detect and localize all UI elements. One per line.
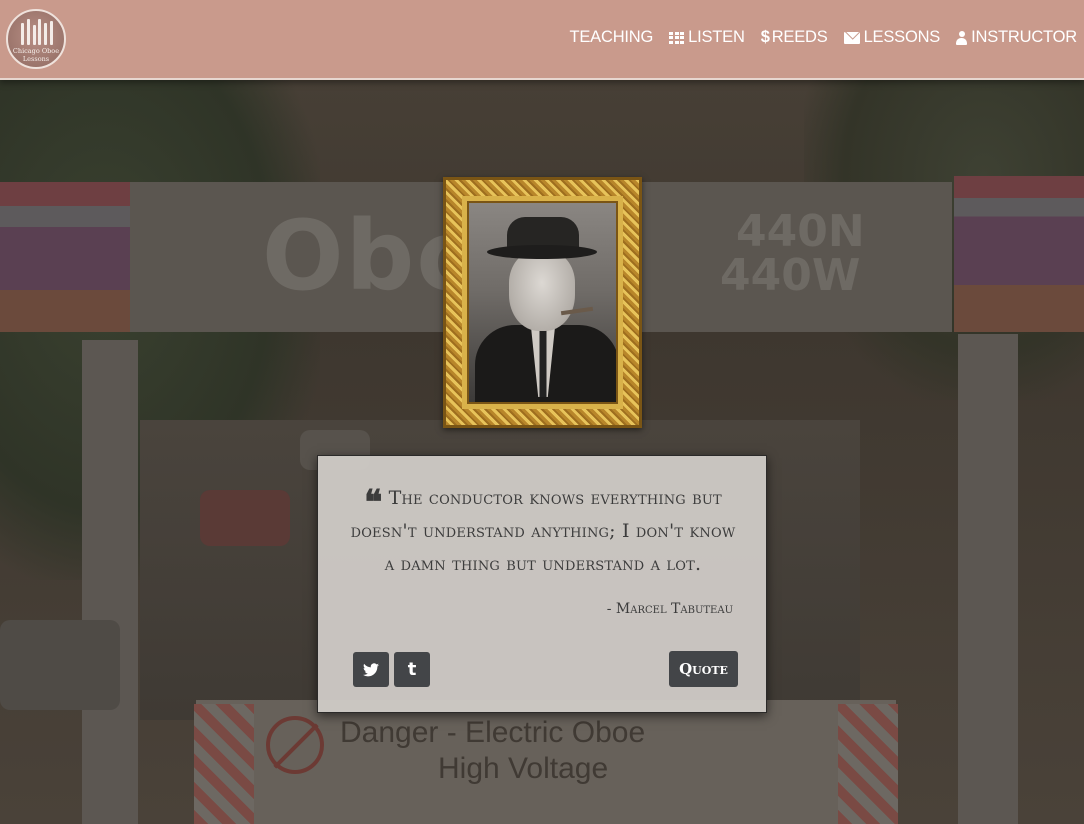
nav-item-teaching[interactable]: TEACHING (569, 28, 653, 47)
portrait-mat (462, 196, 623, 409)
nav-item-instructor[interactable]: INSTRUCTOR (956, 28, 1077, 47)
car (200, 490, 290, 546)
portrait-face (509, 251, 575, 331)
nav-item-label: LISTEN (688, 28, 745, 46)
nav-item-listen[interactable]: LISTEN (669, 28, 745, 47)
pillar-left (82, 340, 138, 824)
hazard-stripes-right (838, 704, 898, 824)
nav-item-label: INSTRUCTOR (971, 28, 1077, 46)
nav-item-reeds[interactable]: $ REEDS (761, 28, 828, 47)
portrait-hat-brim (487, 245, 597, 259)
quote-open-icon: ❝ (364, 483, 383, 523)
quote-author: - Marcel Tabuteau (606, 601, 733, 617)
portrait-photo (469, 203, 616, 402)
nav-item-label: LESSONS (863, 28, 941, 46)
twitter-icon (363, 662, 379, 676)
site-logo[interactable]: Chicago Oboe Lessons (6, 9, 66, 69)
envelope-icon (843, 31, 860, 44)
car (0, 620, 120, 710)
quote-body: ❝ The conductor knows everything but does… (346, 482, 740, 581)
grid-icon (669, 31, 685, 44)
danger-sign-line-1: Danger - Electric Oboe (340, 716, 646, 749)
dollar-icon: $ (760, 28, 770, 46)
station-sign-code-2: 440W (720, 250, 861, 301)
logo-text-line-1: Chicago Oboe (12, 47, 60, 55)
hazard-stripes-left (194, 704, 254, 824)
portrait-frame (443, 177, 642, 428)
logo-text-line-2: Lessons (22, 55, 50, 63)
share-tumblr-button[interactable]: t (394, 652, 430, 687)
nav-item-label: TEACHING (569, 28, 654, 46)
quote-text: The conductor knows everything but doesn… (350, 487, 736, 575)
user-icon (956, 30, 968, 45)
main-nav: TEACHING LISTEN $ REEDS LESSONS INSTRUCT… (553, 28, 1077, 47)
no-pedestrian-icon (266, 716, 324, 774)
sign-stripe-left (0, 182, 134, 332)
tumblr-icon: t (407, 658, 417, 680)
nav-item-lessons[interactable]: LESSONS (843, 28, 941, 47)
new-quote-button[interactable]: Quote (669, 651, 738, 687)
navbar: Chicago Oboe Lessons TEACHING LISTEN $ R… (0, 0, 1084, 80)
oboe-pipes-icon (21, 19, 53, 45)
pillar-right (958, 334, 1018, 824)
danger-sign-line-2: High Voltage (438, 752, 609, 785)
nav-item-label: REEDS (771, 28, 828, 46)
sign-stripe-right (954, 176, 1084, 332)
share-twitter-button[interactable] (353, 652, 389, 687)
quote-card: ❝ The conductor knows everything but does… (317, 455, 767, 713)
